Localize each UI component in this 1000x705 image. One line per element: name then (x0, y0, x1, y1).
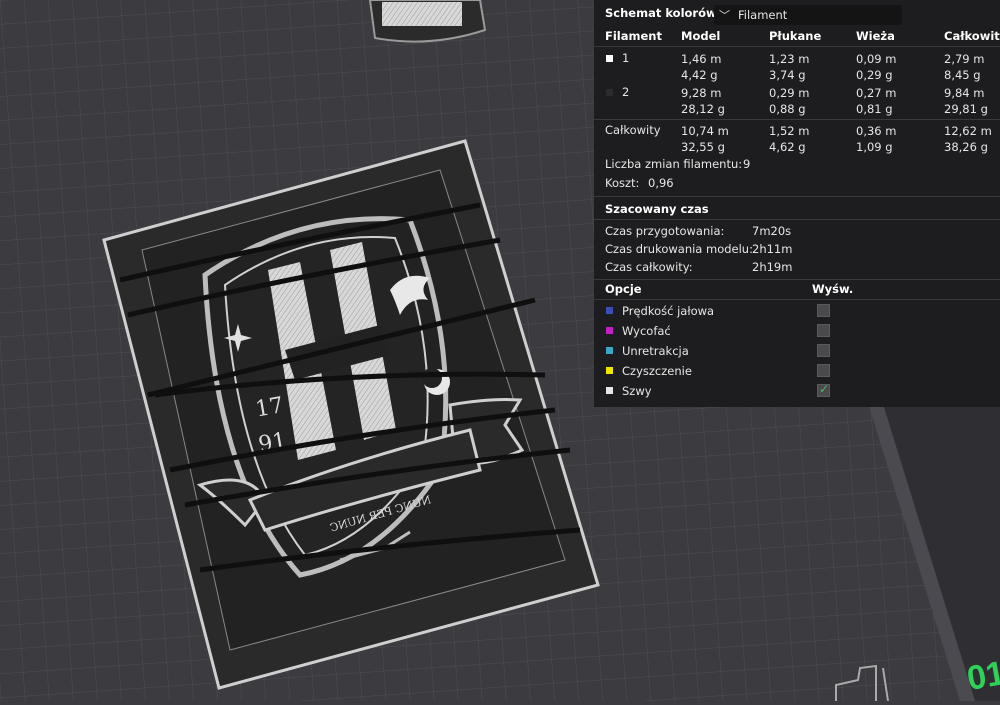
total-time-value: 2h19m (752, 260, 793, 274)
checkmark-icon: ✓ (819, 382, 830, 396)
col-filament: Filament (605, 29, 662, 43)
color-swatch (606, 387, 613, 394)
cost-label: Koszt: (605, 176, 640, 190)
visibility-checkbox-checked[interactable]: ✓ (817, 382, 830, 397)
slice-stats-panel: Schemat kolorów ﹀ Filament Filament Mode… (594, 0, 1000, 407)
sum-divider (594, 119, 1000, 120)
sum-label: Całkowity (605, 123, 661, 137)
model-time-value: 2h11m (752, 242, 793, 256)
options-title: Opcje (605, 282, 642, 296)
tower-value: 0,27 m 0,81 g (856, 86, 897, 116)
option-label: Unretrakcja (622, 344, 689, 358)
flush-value: 0,29 m 0,88 g (769, 86, 810, 116)
color-swatch (606, 327, 613, 334)
plate-badge: 01 (964, 654, 1000, 698)
col-total: Całkowity (944, 29, 1000, 43)
color-swatch (606, 307, 613, 314)
col-tower: Wieża (856, 29, 895, 43)
filament-changes-value: 9 (743, 157, 751, 171)
chevron-down-icon: ﹀ (719, 9, 730, 22)
col-model: Model (681, 29, 721, 43)
color-swatch (606, 367, 613, 374)
flush-value: 1,52 m 4,62 g (769, 124, 810, 154)
col-flush: Płukane (769, 29, 822, 43)
total-value: 2,79 m 8,45 g (944, 52, 985, 82)
section-divider (594, 299, 1000, 300)
visibility-checkbox[interactable] (817, 364, 830, 377)
option-label: Czyszczenie (622, 364, 692, 378)
color-scheme-dropdown[interactable]: ﹀ Filament (714, 5, 902, 25)
estimated-time-title: Szacowany czas (605, 202, 709, 216)
cost-value: 0,96 (648, 176, 674, 190)
option-label: Wycofać (622, 324, 671, 338)
prepare-time-value: 7m20s (752, 224, 792, 238)
filament-name: 1 (622, 51, 630, 65)
plate-number-1: 17 (254, 393, 286, 422)
model-value: 9,28 m 28,12 g (681, 86, 725, 116)
color-scheme-label: Schemat kolorów (605, 6, 717, 20)
color-swatch (606, 347, 613, 354)
total-value: 12,62 m 38,26 g (944, 124, 992, 154)
total-value: 9,84 m 29,81 g (944, 86, 988, 116)
section-divider (594, 279, 1000, 280)
model-value: 10,74 m 32,55 g (681, 124, 729, 154)
prepare-time-label: Czas przygotowania: (605, 224, 725, 238)
filament-changes-label: Liczba zmian filamentu: (605, 157, 743, 171)
total-time-label: Czas całkowity: (605, 260, 693, 274)
tower-value: 0,09 m 0,29 g (856, 52, 897, 82)
visibility-checkbox[interactable] (817, 324, 830, 337)
option-label: Prędkość jałowa (622, 304, 715, 318)
section-divider (594, 219, 1000, 220)
tower-value: 0,36 m 1,09 g (856, 124, 897, 154)
filament-swatch (606, 55, 613, 62)
model-time-label: Czas drukowania modelu: (605, 242, 753, 256)
filament-swatch (606, 89, 613, 96)
filament-name: 2 (622, 85, 630, 99)
show-column-label: Wyśw. (812, 282, 854, 296)
color-scheme-value: Filament (738, 8, 788, 22)
header-divider (594, 46, 1000, 47)
small-print-object (368, 0, 487, 43)
option-label: Szwy (622, 384, 652, 398)
model-value: 1,46 m 4,42 g (681, 52, 722, 82)
flush-value: 1,23 m 3,74 g (769, 52, 810, 82)
visibility-checkbox[interactable] (817, 304, 830, 317)
section-divider (594, 196, 1000, 197)
visibility-checkbox[interactable] (817, 344, 830, 357)
